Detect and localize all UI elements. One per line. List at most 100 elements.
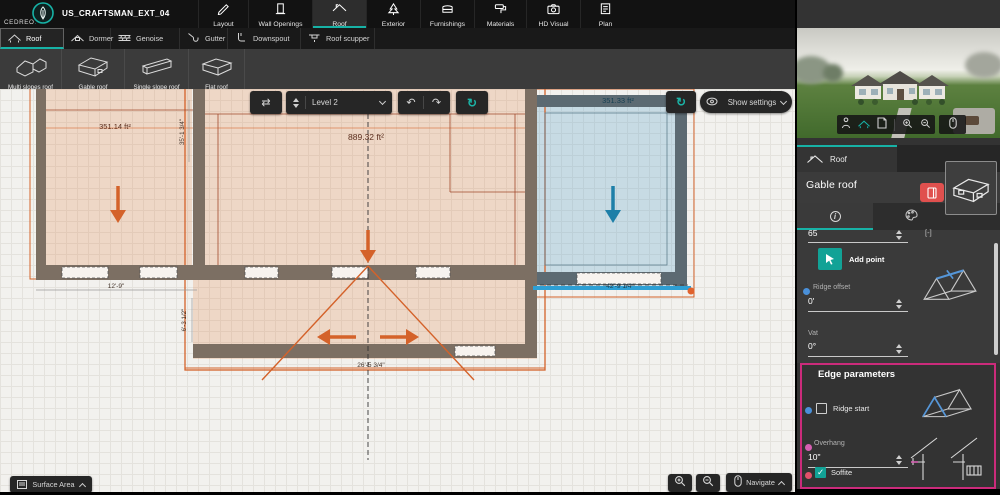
tab-info[interactable]: i <box>797 203 873 230</box>
vat-stepper[interactable] <box>896 344 902 354</box>
area-label-left: 351.14 ft² <box>99 122 131 131</box>
properties-panel: Roof Gable roof i 65 [-] Add point Ridge… <box>795 0 1000 495</box>
tab-materials-palette[interactable] <box>873 203 949 230</box>
eye-icon <box>706 93 718 111</box>
tool-flat-roof[interactable]: Flat roof <box>189 49 245 91</box>
delete-roof-button[interactable] <box>920 183 944 202</box>
single-slope-roof-icon <box>139 49 175 83</box>
navigate-label: Navigate <box>746 478 775 487</box>
preview-navigate-button[interactable] <box>939 115 966 134</box>
mouse-icon <box>734 474 742 492</box>
dim-right-width: 42'-9 1/4" <box>606 283 634 290</box>
dim-porch-height: 6'-3 1/2" <box>181 309 188 332</box>
tab-plan[interactable]: Plan <box>580 0 630 28</box>
tab-furnishings[interactable]: Furnishings <box>420 0 474 28</box>
swap-level-button[interactable]: ⇄ <box>250 91 282 114</box>
ridge-offset-input[interactable]: 0' <box>808 296 814 306</box>
tab-wall-openings[interactable]: Wall Openings <box>248 0 312 28</box>
level-selector[interactable]: Level 2 <box>286 91 392 114</box>
dim-porch-width: 26'-5 3/4" <box>357 362 385 369</box>
ribbon-tab-gutter[interactable]: Gutter <box>180 28 228 49</box>
ridge-start-checkbox[interactable] <box>816 403 827 414</box>
genoise-icon <box>118 32 131 45</box>
roof-view-icon[interactable] <box>857 116 870 134</box>
ridge-offset-label: Ridge offset <box>813 284 851 291</box>
tab-hd-visual[interactable]: HD Visual <box>526 0 580 28</box>
info-icon: i <box>829 211 841 222</box>
tool-gable-roof[interactable]: Gable roof <box>62 49 125 91</box>
ridge-start-label: Ridge start <box>833 404 870 413</box>
cursor-icon <box>825 254 834 265</box>
roof-icon <box>807 153 823 167</box>
undo-button[interactable]: ↶ <box>399 96 424 109</box>
overhang-stepper[interactable] <box>896 455 902 465</box>
overhang-input[interactable]: 10" <box>808 452 820 462</box>
pencil-icon <box>216 0 231 20</box>
roof-type-thumbnail[interactable] <box>945 161 997 215</box>
chevron-down-icon <box>780 97 788 105</box>
roof-plan-drawing: 351.14 ft² 889.32 ft² 351.33 ft² 12'-9" … <box>29 89 695 460</box>
house-render <box>851 71 949 105</box>
ribbon-tab-roof-scupper[interactable]: Roof scupper <box>301 28 375 49</box>
palette-icon <box>905 208 918 226</box>
cedreo-app: CEDREO. US_CRAFTSMAN_EXT_04 Layout Wall … <box>0 0 1000 495</box>
panel-scrollbar[interactable] <box>994 243 998 355</box>
vat-label: Vat <box>808 330 818 337</box>
brand-name: CEDREO. <box>4 19 37 26</box>
roof-ribbon-tabs: Roof Dormer Genoise Gutter Downspout Roo… <box>0 28 795 49</box>
bracket-icon: [-] <box>925 228 932 237</box>
level-selector-value: Level 2 <box>312 98 338 107</box>
tab-exterior[interactable]: Exterior <box>366 0 420 28</box>
zoom-out-button[interactable] <box>696 474 720 492</box>
mouse-icon <box>948 116 957 134</box>
ribbon-tab-dormer[interactable]: Dormer <box>64 28 113 49</box>
walkthrough-person-icon[interactable] <box>841 116 851 134</box>
vertex-handle[interactable] <box>687 287 695 295</box>
camera-icon <box>546 0 561 20</box>
area-label-center: 889.32 ft² <box>348 132 384 142</box>
level-stepper[interactable] <box>293 97 299 108</box>
detect-refresh-button[interactable]: ↻ <box>666 91 696 113</box>
slope-stepper[interactable] <box>896 230 902 240</box>
ribbon-tab-downspout[interactable]: Downspout <box>228 28 301 49</box>
tab-materials[interactable]: Materials <box>474 0 526 28</box>
tree-icon <box>386 0 401 20</box>
show-settings-button[interactable]: Show settings <box>700 91 792 113</box>
zoom-in-icon <box>674 474 686 492</box>
list-icon <box>17 476 28 493</box>
roof-icon <box>8 32 21 45</box>
tool-single-slope-roof[interactable]: Single slope roof <box>125 49 189 91</box>
soffite-dot <box>805 472 812 479</box>
ribbon-tab-roof[interactable]: Roof <box>0 28 64 49</box>
tab-roof[interactable]: Roof <box>312 0 366 28</box>
floor-plan-canvas[interactable]: 351.14 ft² 889.32 ft² 351.33 ft² 12'-9" … <box>0 89 795 492</box>
vat-input[interactable]: 0° <box>808 341 816 351</box>
navigate-button[interactable]: Navigate <box>726 473 792 492</box>
add-point-button[interactable] <box>818 248 842 270</box>
paint-roller-icon <box>493 0 508 20</box>
panel-tab-roof[interactable]: Roof <box>797 145 897 172</box>
tool-multi-slopes-roof[interactable]: Multi slopes roof <box>0 49 62 91</box>
project-name: US_CRAFTSMAN_EXT_04 <box>62 9 170 18</box>
undo-redo-group: ↶ ↷ <box>398 91 450 114</box>
overhang-label: Overhang <box>814 440 845 447</box>
auto-roof-refresh-button[interactable]: ↻ <box>456 91 488 114</box>
plan-view-icon[interactable] <box>877 116 887 134</box>
refresh-icon: ↻ <box>675 95 687 109</box>
zoom-out-icon <box>702 474 714 492</box>
zoom-out-icon[interactable] <box>920 116 931 134</box>
tab-layout[interactable]: Layout <box>198 0 248 28</box>
preview-toolbar <box>837 115 935 134</box>
ribbon-tab-genoise[interactable]: Genoise <box>111 28 180 49</box>
slope-value-input[interactable]: 65 <box>808 228 817 238</box>
redo-button[interactable]: ↷ <box>424 96 449 109</box>
soffite-checkbox[interactable]: ✓ <box>815 467 826 478</box>
gutter-icon <box>187 32 200 45</box>
zoom-in-icon[interactable] <box>902 116 913 134</box>
surface-area-button[interactable]: Surface Area <box>10 476 92 492</box>
soffite-label: Soffite <box>831 468 853 477</box>
ridge-start-diagram-icon <box>915 382 981 437</box>
overhang-dot <box>805 444 812 451</box>
zoom-in-button[interactable] <box>668 474 692 492</box>
ridge-offset-stepper[interactable] <box>896 299 902 309</box>
